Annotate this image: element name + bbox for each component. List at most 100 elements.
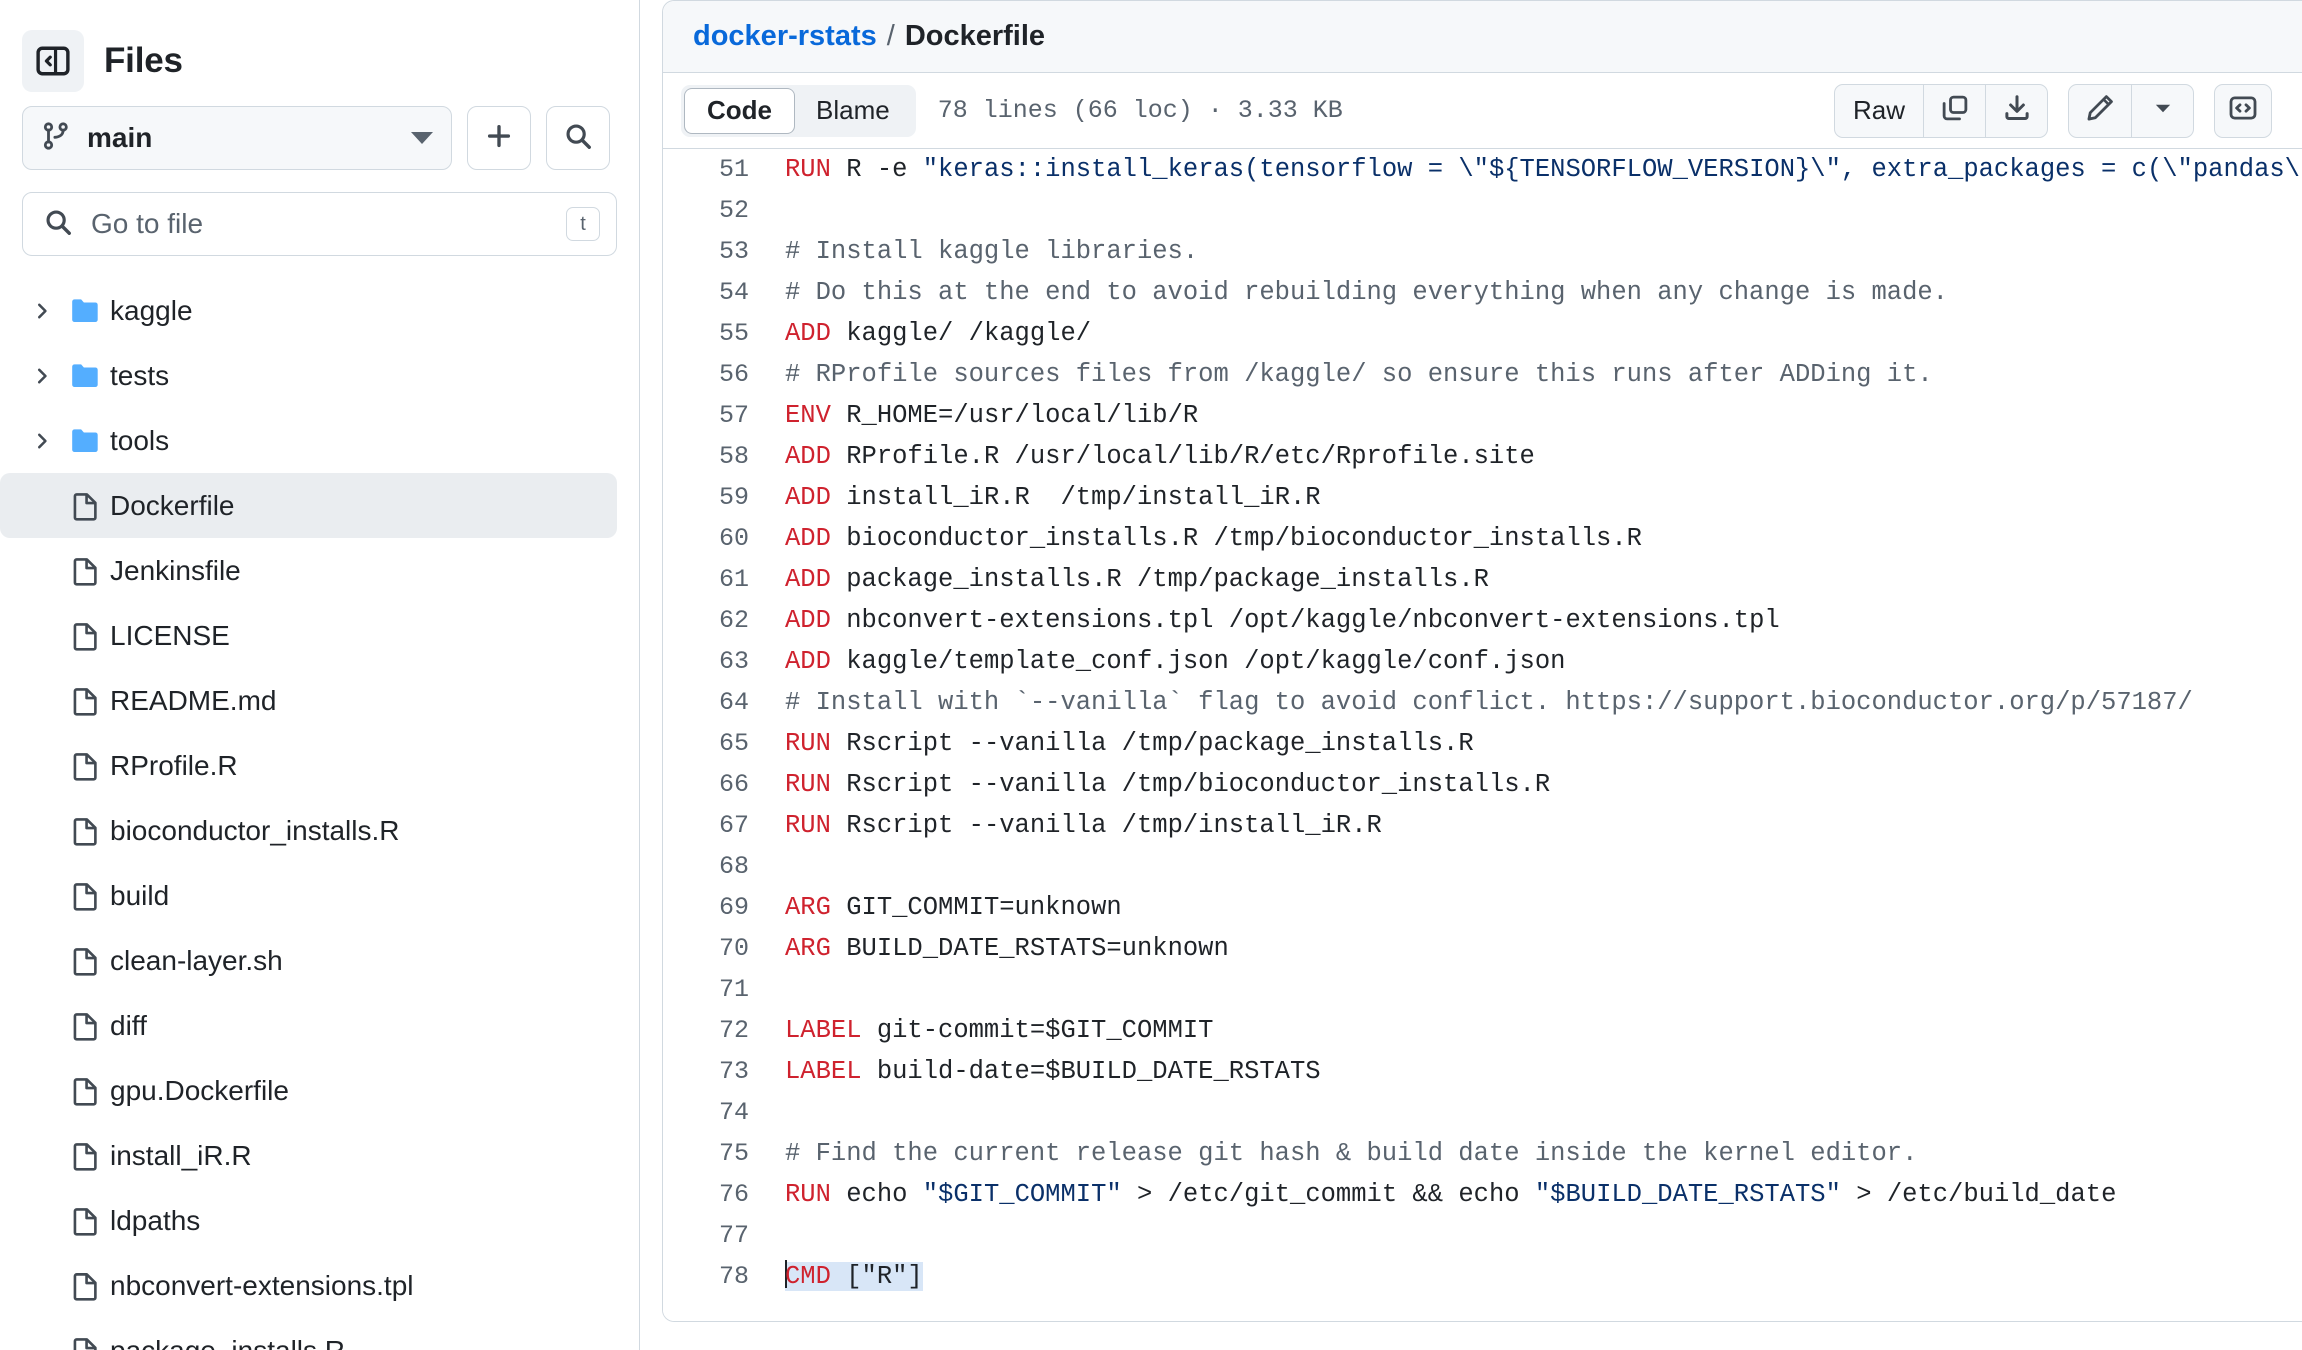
line-content[interactable]: ADD kaggle/ /kaggle/ bbox=[781, 313, 2302, 354]
tree-file-RProfile.R[interactable]: RProfile.R bbox=[0, 733, 617, 798]
line-number[interactable]: 54 bbox=[663, 272, 781, 313]
line-number[interactable]: 64 bbox=[663, 682, 781, 723]
tree-file-diff[interactable]: diff bbox=[0, 993, 617, 1058]
line-content[interactable]: LABEL git-commit=$GIT_COMMIT bbox=[781, 1010, 2302, 1051]
line-number[interactable]: 69 bbox=[663, 887, 781, 928]
tree-file-package_installs.R[interactable]: package_installs.R bbox=[0, 1318, 617, 1350]
line-number[interactable]: 53 bbox=[663, 231, 781, 272]
line-number[interactable]: 65 bbox=[663, 723, 781, 764]
chevron-right-icon[interactable] bbox=[22, 365, 62, 387]
line-content[interactable] bbox=[781, 190, 2302, 231]
tab-blame[interactable]: Blame bbox=[794, 89, 912, 133]
add-file-button[interactable] bbox=[467, 106, 531, 170]
line-content[interactable]: # Install with `--vanilla` flag to avoid… bbox=[781, 682, 2302, 723]
line-number[interactable]: 71 bbox=[663, 969, 781, 1010]
file-icon bbox=[62, 1076, 110, 1106]
code-token: Rscript --vanilla /tmp/package_installs.… bbox=[830, 729, 1474, 758]
line-content[interactable]: ENV R_HOME=/usr/local/lib/R bbox=[781, 395, 2302, 436]
line-number[interactable]: 55 bbox=[663, 313, 781, 354]
sidebar-collapse-icon[interactable] bbox=[22, 30, 84, 92]
line-number[interactable]: 56 bbox=[663, 354, 781, 395]
download-button[interactable] bbox=[1985, 84, 2047, 137]
code-viewer[interactable]: 51 RUN R -e "keras::install_keras(tensorf… bbox=[663, 149, 2302, 1321]
line-content[interactable]: # Find the current release git hash & bu… bbox=[781, 1133, 2302, 1174]
line-content[interactable]: ADD RProfile.R /usr/local/lib/R/etc/Rpro… bbox=[781, 436, 2302, 477]
copy-button[interactable] bbox=[1923, 84, 1985, 137]
line-number[interactable]: 67 bbox=[663, 805, 781, 846]
symbols-panel-button[interactable] bbox=[2214, 83, 2272, 138]
tree-file-bioconductor_installs.R[interactable]: bioconductor_installs.R bbox=[0, 798, 617, 863]
line-content[interactable]: # Install kaggle libraries. bbox=[781, 231, 2302, 272]
line-content[interactable]: RUN Rscript --vanilla /tmp/package_insta… bbox=[781, 723, 2302, 764]
raw-button[interactable]: Raw bbox=[1835, 85, 1923, 137]
line-number[interactable]: 51 bbox=[663, 149, 781, 190]
line-number[interactable]: 78 bbox=[663, 1256, 781, 1297]
line-content[interactable]: # Do this at the end to avoid rebuilding… bbox=[781, 272, 2302, 313]
search-files-button[interactable] bbox=[546, 106, 610, 170]
line-content[interactable] bbox=[781, 846, 2302, 887]
line-number[interactable]: 72 bbox=[663, 1010, 781, 1051]
line-content[interactable]: ADD install_iR.R /tmp/install_iR.R bbox=[781, 477, 2302, 518]
line-content[interactable]: # RProfile sources files from /kaggle/ s… bbox=[781, 354, 2302, 395]
tab-code[interactable]: Code bbox=[685, 88, 794, 133]
code-line: 77 bbox=[663, 1215, 2302, 1256]
line-number[interactable]: 66 bbox=[663, 764, 781, 805]
chevron-right-icon[interactable] bbox=[22, 430, 62, 452]
file-icon bbox=[62, 686, 110, 716]
line-number[interactable]: 57 bbox=[663, 395, 781, 436]
line-content[interactable]: ADD nbconvert-extensions.tpl /opt/kaggle… bbox=[781, 600, 2302, 641]
line-content[interactable]: CMD ["R"] bbox=[781, 1256, 2302, 1297]
line-number[interactable]: 77 bbox=[663, 1215, 781, 1256]
line-content[interactable]: LABEL build-date=$BUILD_DATE_RSTATS bbox=[781, 1051, 2302, 1092]
line-content[interactable]: ADD kaggle/template_conf.json /opt/kaggl… bbox=[781, 641, 2302, 682]
tree-file-install_iR.R[interactable]: install_iR.R bbox=[0, 1123, 617, 1188]
line-number[interactable]: 76 bbox=[663, 1174, 781, 1215]
line-content[interactable] bbox=[781, 1215, 2302, 1256]
tree-file-README.md[interactable]: README.md bbox=[0, 668, 617, 733]
tree-item-label: Jenkinsfile bbox=[110, 554, 241, 586]
line-content[interactable] bbox=[781, 1092, 2302, 1133]
line-content[interactable]: RUN Rscript --vanilla /tmp/bioconductor_… bbox=[781, 764, 2302, 805]
line-content[interactable]: RUN R -e "keras::install_keras(tensorflo… bbox=[781, 149, 2302, 190]
branch-selector[interactable]: main bbox=[22, 106, 452, 170]
tree-item-label: diff bbox=[110, 1009, 147, 1041]
line-content[interactable]: ADD package_installs.R /tmp/package_inst… bbox=[781, 559, 2302, 600]
tree-folder-tests[interactable]: tests bbox=[0, 343, 617, 408]
line-number[interactable]: 60 bbox=[663, 518, 781, 559]
tree-file-LICENSE[interactable]: LICENSE bbox=[0, 603, 617, 668]
breadcrumb-repo-link[interactable]: docker-rstats bbox=[693, 20, 877, 53]
line-number[interactable]: 68 bbox=[663, 846, 781, 887]
line-number[interactable]: 58 bbox=[663, 436, 781, 477]
edit-button[interactable] bbox=[2069, 85, 2131, 137]
line-number[interactable]: 63 bbox=[663, 641, 781, 682]
tree-file-ldpaths[interactable]: ldpaths bbox=[0, 1188, 617, 1253]
chevron-right-icon[interactable] bbox=[22, 300, 62, 322]
tree-file-clean-layer.sh[interactable]: clean-layer.sh bbox=[0, 928, 617, 993]
tree-file-build[interactable]: build bbox=[0, 863, 617, 928]
code-token: ADD bbox=[785, 442, 831, 471]
line-content[interactable]: RUN Rscript --vanilla /tmp/install_iR.R bbox=[781, 805, 2302, 846]
line-number[interactable]: 52 bbox=[663, 190, 781, 231]
line-content[interactable] bbox=[781, 969, 2302, 1010]
line-number[interactable]: 62 bbox=[663, 600, 781, 641]
line-content[interactable]: ARG GIT_COMMIT=unknown bbox=[781, 887, 2302, 928]
line-number[interactable]: 73 bbox=[663, 1051, 781, 1092]
tree-file-Dockerfile[interactable]: Dockerfile bbox=[0, 473, 617, 538]
go-to-file-input[interactable]: Go to file t bbox=[22, 192, 617, 256]
tree-file-nbconvert-extensions.tpl[interactable]: nbconvert-extensions.tpl bbox=[0, 1253, 617, 1318]
line-number[interactable]: 70 bbox=[663, 928, 781, 969]
tree-file-gpu.Dockerfile[interactable]: gpu.Dockerfile bbox=[0, 1058, 617, 1123]
line-number[interactable]: 59 bbox=[663, 477, 781, 518]
tree-folder-kaggle[interactable]: kaggle bbox=[0, 278, 617, 343]
line-number[interactable]: 61 bbox=[663, 559, 781, 600]
edit-dropdown-button[interactable] bbox=[2131, 84, 2193, 137]
line-number[interactable]: 74 bbox=[663, 1092, 781, 1133]
go-to-file-placeholder: Go to file bbox=[91, 208, 204, 239]
tree-folder-tools[interactable]: tools bbox=[0, 408, 617, 473]
line-content[interactable]: RUN echo "$GIT_COMMIT" > /etc/git_commit… bbox=[781, 1174, 2302, 1215]
line-content[interactable]: ADD bioconductor_installs.R /tmp/biocond… bbox=[781, 518, 2302, 559]
line-content[interactable]: ARG BUILD_DATE_RSTATS=unknown bbox=[781, 928, 2302, 969]
line-number[interactable]: 75 bbox=[663, 1133, 781, 1174]
tree-file-Jenkinsfile[interactable]: Jenkinsfile bbox=[0, 538, 617, 603]
tree-item-label: LICENSE bbox=[110, 619, 230, 651]
